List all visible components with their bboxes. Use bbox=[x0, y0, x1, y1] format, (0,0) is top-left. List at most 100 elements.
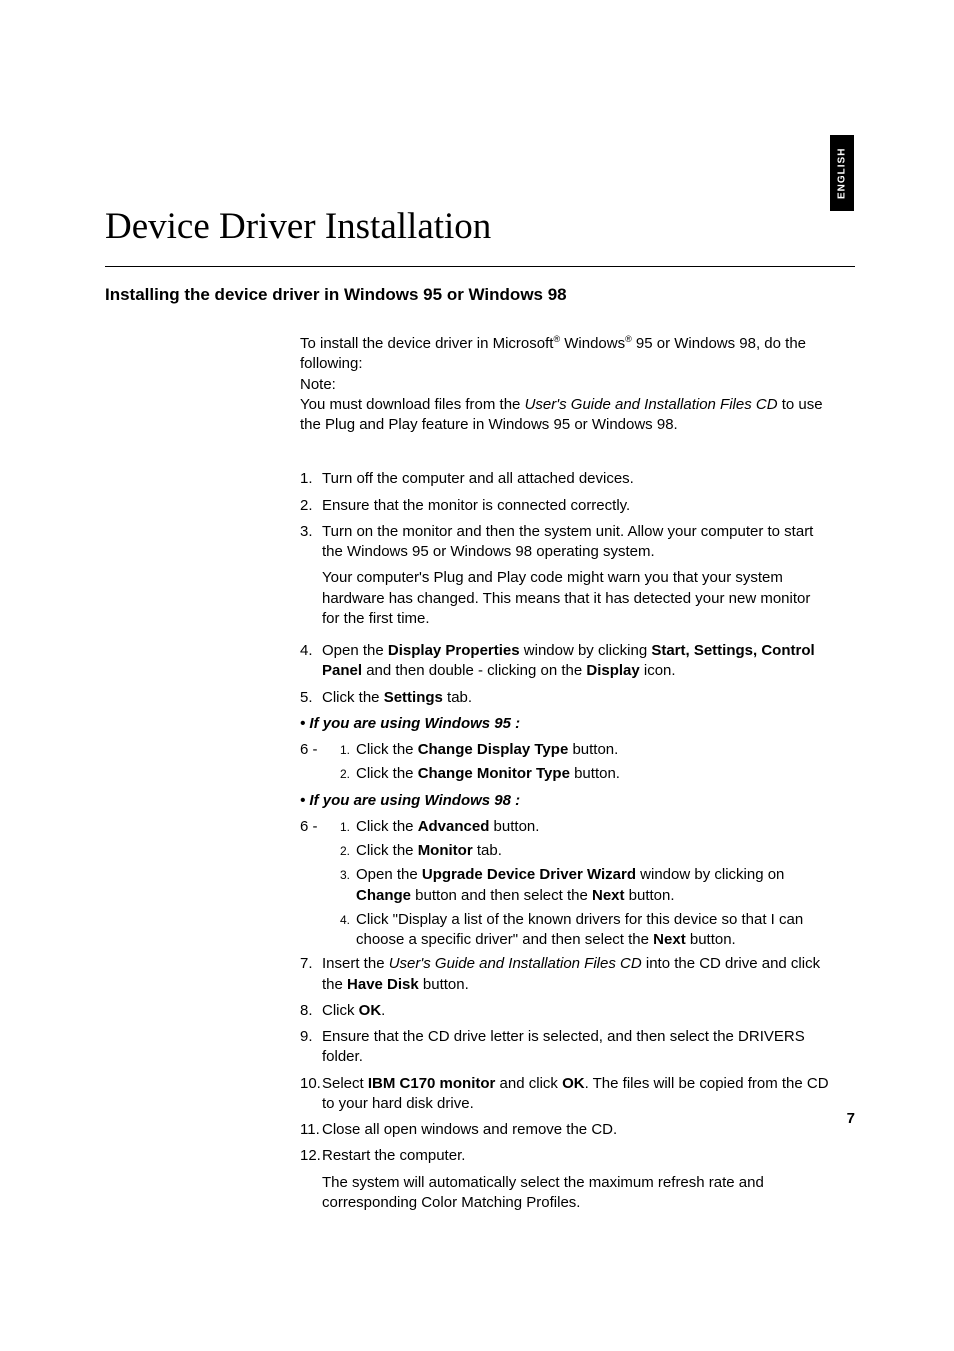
bold-term: Change Display Type bbox=[418, 741, 569, 758]
page-title: Device Driver Installation bbox=[105, 205, 855, 248]
step-4: 4. Open the Display Properties window by… bbox=[300, 641, 830, 682]
step-text: button. bbox=[570, 765, 620, 782]
step-number: 11. bbox=[300, 1120, 322, 1140]
step-3: 3. Turn on the monitor and then the syst… bbox=[300, 522, 830, 635]
step-number: 12. bbox=[300, 1146, 322, 1219]
instruction-list: 1. Turn off the computer and all attache… bbox=[300, 469, 830, 1219]
step-note: Your computer's Plug and Play code might… bbox=[322, 568, 830, 629]
step-text: tab. bbox=[443, 689, 472, 706]
step-7: 7. Insert the User's Guide and Installat… bbox=[300, 954, 830, 995]
step-text: Select bbox=[322, 1075, 368, 1092]
step-text: window by clicking bbox=[520, 642, 652, 659]
bold-term: OK bbox=[562, 1075, 585, 1092]
bold-term: Advanced bbox=[418, 818, 490, 835]
step-6-4-win98: 4. Click "Display a list of the known dr… bbox=[340, 910, 830, 951]
step-6-1-win95: 6 - 1. Click the Change Display Type but… bbox=[300, 740, 830, 760]
sub-number: 1. bbox=[340, 740, 356, 760]
step-6-2-win95: 2. Click the Change Monitor Type button. bbox=[340, 764, 830, 784]
step-2: 2. Ensure that the monitor is connected … bbox=[300, 496, 830, 516]
step-10: 10. Select IBM C170 monitor and click OK… bbox=[300, 1074, 830, 1115]
step-text: tab. bbox=[473, 842, 502, 859]
step-text: Open the bbox=[322, 642, 388, 659]
note-label: Note: bbox=[300, 375, 830, 395]
bold-term: Have Disk bbox=[347, 976, 419, 993]
step-text: button. bbox=[625, 887, 675, 904]
intro-text: To install the device driver in Microsof… bbox=[300, 335, 553, 352]
sub-number: 4. bbox=[340, 910, 356, 951]
bold-term: Change bbox=[356, 887, 411, 904]
bold-term: Next bbox=[653, 931, 686, 948]
bold-term: Display bbox=[586, 662, 639, 679]
step-11: 11. Close all open windows and remove th… bbox=[300, 1120, 830, 1140]
step-text: Ensure that the CD drive letter is selec… bbox=[322, 1028, 805, 1065]
sub-number: 1. bbox=[340, 817, 356, 837]
sub-number: 2. bbox=[340, 841, 356, 861]
cd-title: User's Guide and Installation Files CD bbox=[525, 396, 778, 413]
step-text: Close all open windows and remove the CD… bbox=[322, 1121, 617, 1138]
step-text: Click the bbox=[356, 765, 418, 782]
step-number: 1. bbox=[300, 469, 322, 489]
bold-term: Change Monitor Type bbox=[418, 765, 570, 782]
step-number: 8. bbox=[300, 1001, 322, 1021]
language-tab: ENGLISH bbox=[830, 135, 854, 211]
step-text: Ensure that the monitor is connected cor… bbox=[322, 497, 630, 514]
step-text: Turn off the computer and all attached d… bbox=[322, 470, 634, 487]
bold-term: OK bbox=[359, 1002, 382, 1019]
step-text: icon. bbox=[640, 662, 676, 679]
step-1: 1. Turn off the computer and all attache… bbox=[300, 469, 830, 489]
bold-term: IBM C170 monitor bbox=[368, 1075, 496, 1092]
step-number: 3. bbox=[300, 522, 322, 635]
step-text: Click the bbox=[356, 818, 418, 835]
step-text: and then double - clicking on the bbox=[362, 662, 586, 679]
step-text: button and then select the bbox=[411, 887, 592, 904]
bold-term: Next bbox=[592, 887, 625, 904]
step-text: Click "Display a list of the known drive… bbox=[356, 911, 803, 948]
step-6-1-win98: 6 - 1. Click the Advanced button. bbox=[300, 817, 830, 837]
bold-term: Upgrade Device Driver Wizard bbox=[422, 866, 636, 883]
step-12: 12. Restart the computer. The system wil… bbox=[300, 1146, 830, 1219]
step-9: 9. Ensure that the CD drive letter is se… bbox=[300, 1027, 830, 1068]
step-text: button. bbox=[489, 818, 539, 835]
sub-number: 2. bbox=[340, 764, 356, 784]
step-text: button. bbox=[419, 976, 469, 993]
step-text: Click bbox=[322, 1002, 359, 1019]
step-text: button. bbox=[568, 741, 618, 758]
step-5: 5. Click the Settings tab. bbox=[300, 688, 830, 708]
step-text: Click the bbox=[356, 842, 418, 859]
page-content: Device Driver Installation Installing th… bbox=[105, 205, 855, 1219]
step-text: Open the bbox=[356, 866, 422, 883]
note-text: You must download files from the bbox=[300, 396, 525, 413]
condition-win95: • If you are using Windows 95 : bbox=[300, 714, 830, 734]
step-6-3-win98: 3. Open the Upgrade Device Driver Wizard… bbox=[340, 865, 830, 906]
step-number: 5. bbox=[300, 688, 322, 708]
step-text: . bbox=[381, 1002, 385, 1019]
step-text: window by clicking on bbox=[636, 866, 784, 883]
cd-title: User's Guide and Installation Files CD bbox=[389, 955, 642, 972]
page-number: 7 bbox=[847, 1110, 855, 1127]
step-text: Insert the bbox=[322, 955, 389, 972]
intro-text: Windows bbox=[560, 335, 625, 352]
step-text: Restart the computer. bbox=[322, 1146, 830, 1166]
bold-term: Display Properties bbox=[388, 642, 520, 659]
step-number: 9. bbox=[300, 1027, 322, 1068]
step-number: 7. bbox=[300, 954, 322, 995]
step-text: Click the bbox=[322, 689, 384, 706]
section-title: Installing the device driver in Windows … bbox=[105, 285, 855, 305]
step-text: Click the bbox=[356, 741, 418, 758]
title-rule bbox=[105, 266, 855, 267]
step-number: 4. bbox=[300, 641, 322, 682]
step-prefix: 6 - bbox=[300, 817, 340, 837]
step-note: The system will automatically select the… bbox=[322, 1173, 830, 1214]
step-6-2-win98: 2. Click the Monitor tab. bbox=[340, 841, 830, 861]
step-text: button. bbox=[686, 931, 736, 948]
body-column: To install the device driver in Microsof… bbox=[300, 333, 830, 1219]
condition-win98: • If you are using Windows 98 : bbox=[300, 791, 830, 811]
reg-mark: ® bbox=[625, 334, 632, 344]
step-text: Turn on the monitor and then the system … bbox=[322, 522, 830, 563]
sub-number: 3. bbox=[340, 865, 356, 906]
step-8: 8. Click OK. bbox=[300, 1001, 830, 1021]
step-text: and click bbox=[495, 1075, 562, 1092]
bold-term: Monitor bbox=[418, 842, 473, 859]
step-prefix: 6 - bbox=[300, 740, 340, 760]
step-number: 10. bbox=[300, 1074, 322, 1115]
